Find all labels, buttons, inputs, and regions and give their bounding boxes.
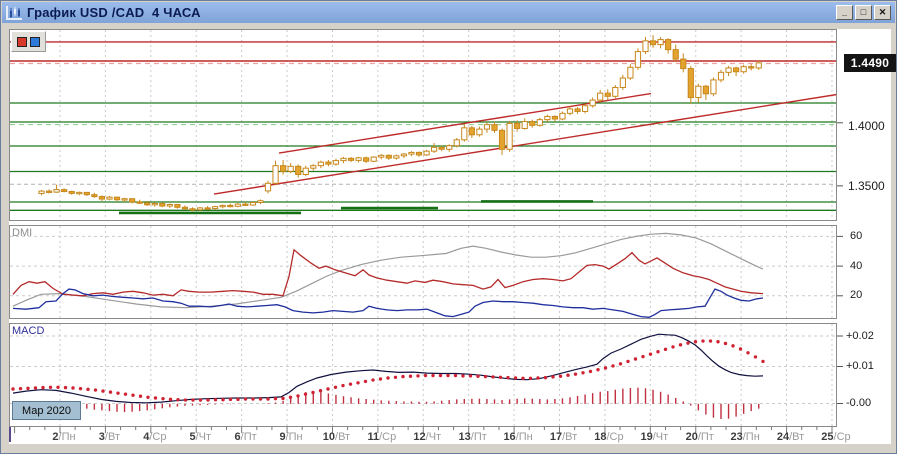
macd-tick-label: +0.02 bbox=[846, 330, 874, 342]
chart-canvas[interactable] bbox=[1, 1, 897, 454]
time-axis-label: 12/Чт bbox=[413, 431, 442, 443]
red-marker-button[interactable] bbox=[17, 36, 27, 47]
time-axis-label: 23/Пн bbox=[730, 431, 760, 443]
chart-client-area: DMI MACD 1.4490 1.4000 1.3500 60 40 20 +… bbox=[1, 23, 896, 453]
price-tick-label: 1.3500 bbox=[848, 179, 885, 193]
time-axis-label: 16/Пн bbox=[503, 431, 533, 443]
time-axis-label: 3/Вт bbox=[98, 431, 120, 443]
app-window: График USD /CAD 4 ЧАСА _ □ ✕ DMI MACD 1.… bbox=[0, 0, 897, 454]
time-axis-label: 25/Ср bbox=[821, 431, 851, 443]
dmi-tick-label: 40 bbox=[850, 260, 863, 272]
macd-tick-label: -0.00 bbox=[846, 397, 872, 409]
time-axis-label: 11/Ср bbox=[367, 431, 397, 443]
dmi-tick-label: 20 bbox=[850, 289, 863, 301]
current-price-tag: 1.4490 bbox=[844, 54, 896, 72]
time-axis-label: 24/Вт bbox=[776, 431, 805, 443]
time-axis-label: 20/Пт bbox=[685, 431, 714, 443]
time-axis: 2/Пн 3/Вт 4/Ср 5/Чт 6/Пт 9/Пн 10/Вт 11/Ср 12/Чт 1… bbox=[1, 427, 896, 445]
time-axis-label: 6/Пт bbox=[234, 431, 257, 443]
time-axis-label: 18/Ср bbox=[594, 431, 624, 443]
blue-marker-button[interactable] bbox=[30, 36, 40, 47]
time-axis-label: 2/Пн bbox=[52, 431, 76, 443]
time-axis-label: 5/Чт bbox=[189, 431, 211, 443]
price-tick-label: 1.4000 bbox=[848, 119, 885, 133]
time-axis-label: 10/Вт bbox=[322, 431, 351, 443]
time-axis-label: 4/Ср bbox=[143, 431, 167, 443]
time-axis-label: 17/Вт bbox=[549, 431, 578, 443]
dmi-panel-label: DMI bbox=[12, 227, 33, 239]
time-axis-label: 13/Пт bbox=[458, 431, 487, 443]
macd-tick-label: +0.01 bbox=[846, 360, 874, 372]
macd-panel-label: MACD bbox=[12, 325, 45, 337]
time-axis-label: 19/Чт bbox=[640, 431, 669, 443]
dmi-tick-label: 60 bbox=[850, 230, 863, 242]
legend-toolbar[interactable] bbox=[11, 31, 46, 52]
month-badge: Мар 2020 bbox=[12, 401, 81, 420]
time-axis-label: 9/Пн bbox=[279, 431, 303, 443]
